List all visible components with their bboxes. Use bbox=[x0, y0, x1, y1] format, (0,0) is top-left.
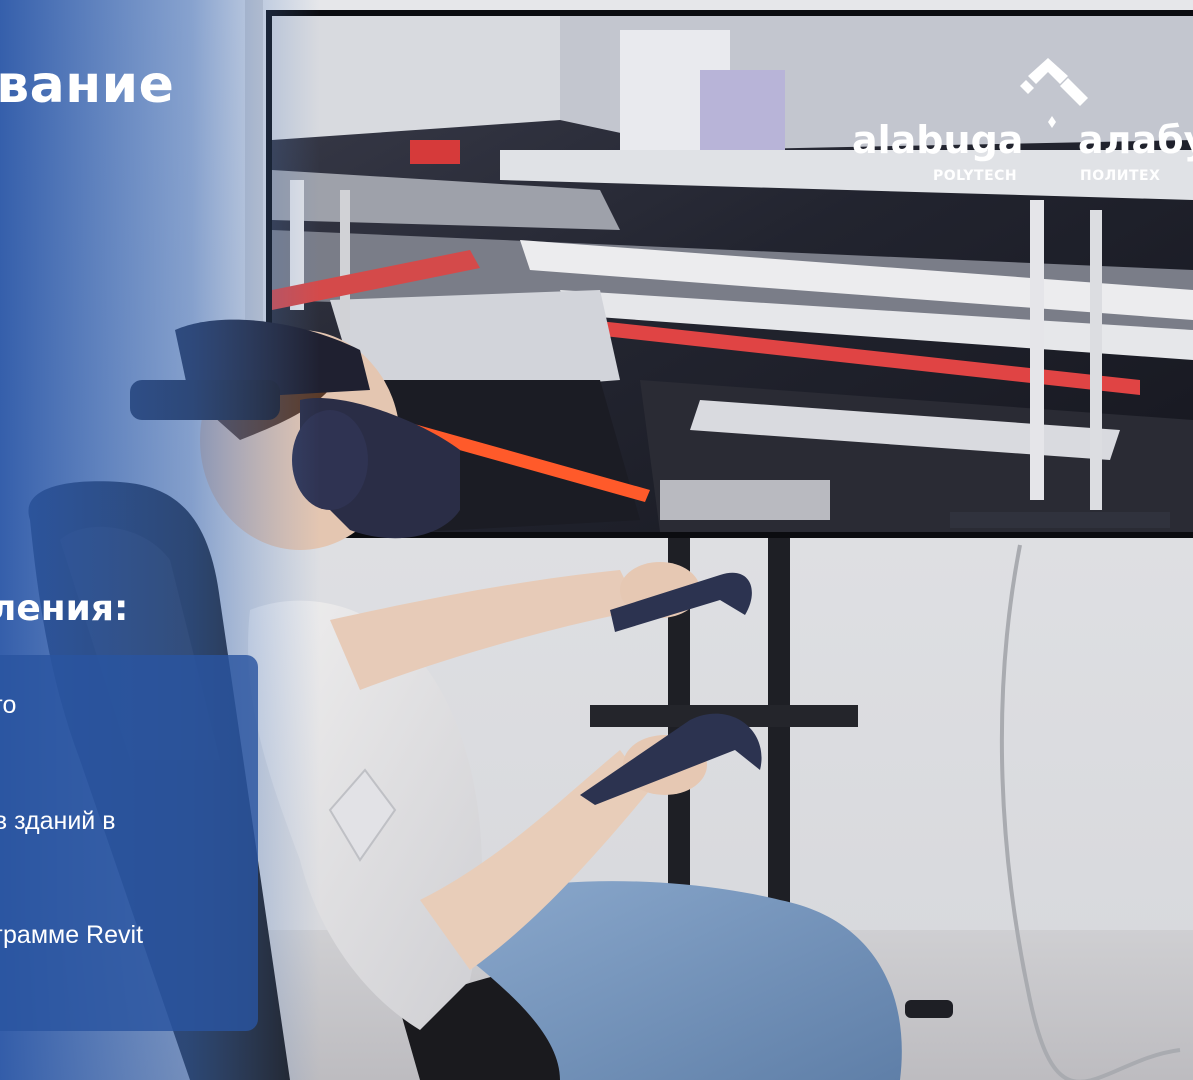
vr-demo-photo bbox=[0, 0, 1193, 1080]
slide: ование alabuga POLYTECH алабу ПОЛИТЕХ ле… bbox=[0, 0, 1193, 1080]
